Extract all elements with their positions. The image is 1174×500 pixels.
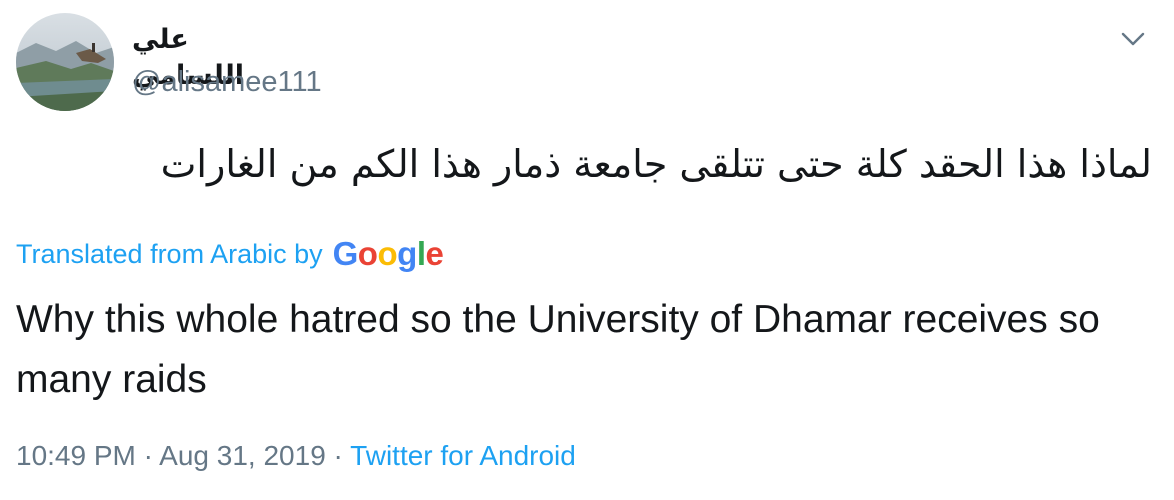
translation-attribution: Translated from Arabic by Google	[16, 234, 444, 274]
user-handle[interactable]: @alisamee111	[132, 64, 322, 100]
source-link[interactable]: Twitter for Android	[350, 440, 576, 471]
tweet-text-original: لماذا هذا الحقد كلة حتى تتلقى جامعة ذمار…	[160, 142, 1152, 186]
google-letter: G	[332, 235, 359, 272]
translated-from-link[interactable]: Translated from Arabic by	[16, 239, 323, 270]
google-letter: g	[397, 235, 417, 272]
avatar[interactable]	[16, 13, 114, 111]
google-logo: Google	[333, 234, 444, 274]
tweet-card: علي اللسامي @alisamee111 لماذا هذا الحقد…	[0, 0, 1174, 500]
google-letter: l	[416, 235, 426, 272]
google-letter: e	[425, 235, 444, 272]
tweet-text-translated: Why this whole hatred so the University …	[16, 298, 1100, 401]
avatar-image	[16, 13, 114, 111]
google-letter: o	[377, 235, 398, 272]
google-letter: o	[357, 235, 378, 272]
meta-separator: ·	[325, 440, 351, 471]
tweet-meta: 10:49 PM · Aug 31, 2019 · Twitter for An…	[16, 437, 576, 475]
chevron-down-icon[interactable]	[1118, 26, 1148, 52]
timestamp[interactable]: 10:49 PM · Aug 31, 2019	[16, 440, 326, 471]
